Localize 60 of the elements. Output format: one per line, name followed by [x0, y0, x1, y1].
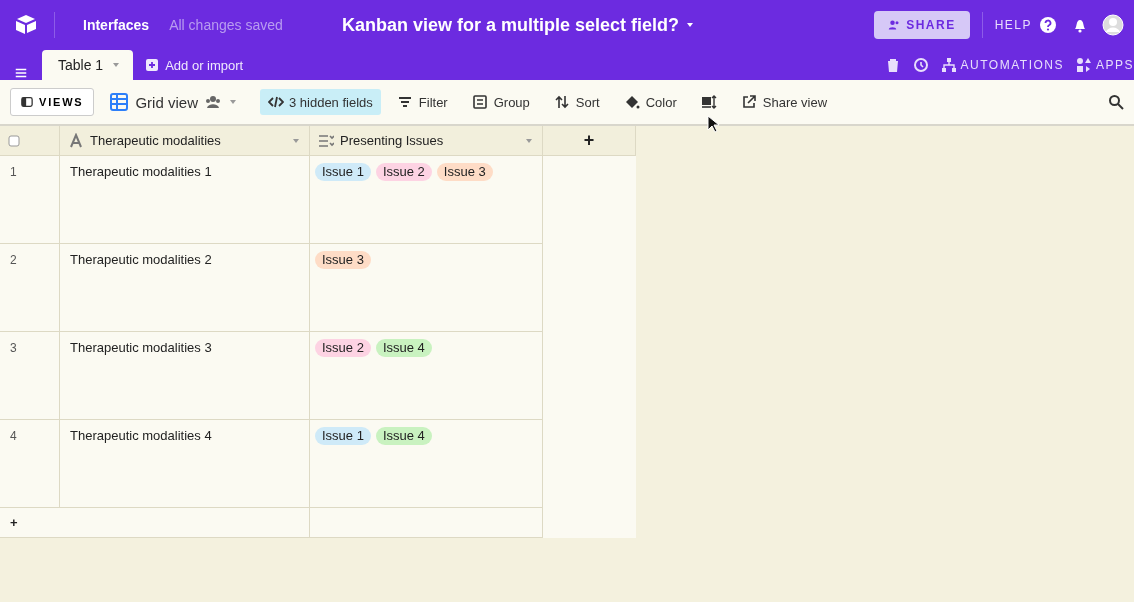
- sidebar-icon: [21, 96, 33, 108]
- views-button[interactable]: VIEWS: [10, 88, 95, 116]
- people-icon: [888, 19, 901, 31]
- row-number: 3: [0, 332, 60, 420]
- table-cell: Therapeutic modalities 1: [60, 156, 310, 244]
- sort-icon: [553, 94, 570, 110]
- history-icon: [912, 57, 929, 73]
- issue-tag: Issue 2: [315, 339, 371, 357]
- table-tab[interactable]: Table 1: [42, 50, 134, 80]
- interfaces-link[interactable]: Interfaces: [83, 17, 150, 33]
- base-title[interactable]: Kanban view for a multiple select field?: [341, 14, 679, 36]
- list-icon: [471, 94, 488, 110]
- issue-tag: Issue 1: [315, 427, 371, 445]
- issue-tag: Issue 4: [375, 427, 432, 445]
- filter-button[interactable]: Filter: [396, 94, 448, 110]
- filter-icon: [396, 94, 413, 110]
- mouse-cursor-icon: [707, 115, 719, 133]
- row-number: 2: [0, 244, 60, 332]
- cube-logo-icon: [14, 13, 38, 37]
- flow-icon: [940, 57, 957, 73]
- help-link[interactable]: HELP: [994, 18, 1032, 32]
- help-icon: [1040, 17, 1056, 33]
- code-slash-icon: [267, 94, 284, 110]
- apps-icon: [1076, 57, 1092, 73]
- search-icon: [1108, 94, 1124, 110]
- sort-button[interactable]: Sort: [553, 94, 600, 110]
- add-row-button[interactable]: +: [0, 508, 310, 538]
- add-column-button[interactable]: +: [543, 126, 636, 156]
- group-button[interactable]: Group: [471, 94, 530, 110]
- multiselect-field-icon: [318, 132, 334, 149]
- plus-square-icon: [145, 58, 160, 72]
- row-number: 1: [0, 156, 60, 244]
- view-name[interactable]: Grid view: [135, 93, 198, 111]
- bell-icon: [1072, 17, 1088, 33]
- external-link-icon: [740, 94, 757, 110]
- issue-tag: Issue 1: [315, 163, 371, 181]
- row-height-button[interactable]: [700, 94, 717, 110]
- text-field-icon: [68, 132, 84, 149]
- row-height-icon: [700, 94, 717, 110]
- share-button[interactable]: Share view: [740, 94, 828, 110]
- grid-icon: [110, 93, 129, 111]
- avatar-icon: [1102, 14, 1124, 36]
- share-button[interactable]: SHARE: [874, 11, 970, 39]
- menu-icon: [14, 66, 28, 80]
- issue-tag: Issue 3: [436, 163, 493, 181]
- table-cell: Therapeutic modalities 3: [60, 332, 310, 420]
- automations-button[interactable]: AUTOMATIONS: [940, 57, 1064, 73]
- people-icon: [204, 94, 221, 110]
- color-button[interactable]: Color: [623, 94, 677, 110]
- apps-button[interactable]: APPS: [1076, 57, 1134, 73]
- table-cell: Therapeutic modalities 2: [60, 244, 310, 332]
- select-all-checkbox[interactable]: [8, 134, 20, 147]
- hidden-fields-button[interactable]: 3 hidden fields: [259, 89, 381, 115]
- issue-tag: Issue 4: [375, 339, 432, 357]
- table-cell: Therapeutic modalities 4: [60, 420, 310, 508]
- save-status: All changes saved: [169, 17, 283, 33]
- row-number: 4: [0, 420, 60, 508]
- issue-tag: Issue 2: [375, 163, 432, 181]
- issue-tag: Issue 3: [315, 251, 371, 269]
- add-or-import-button[interactable]: Add or import: [145, 50, 244, 80]
